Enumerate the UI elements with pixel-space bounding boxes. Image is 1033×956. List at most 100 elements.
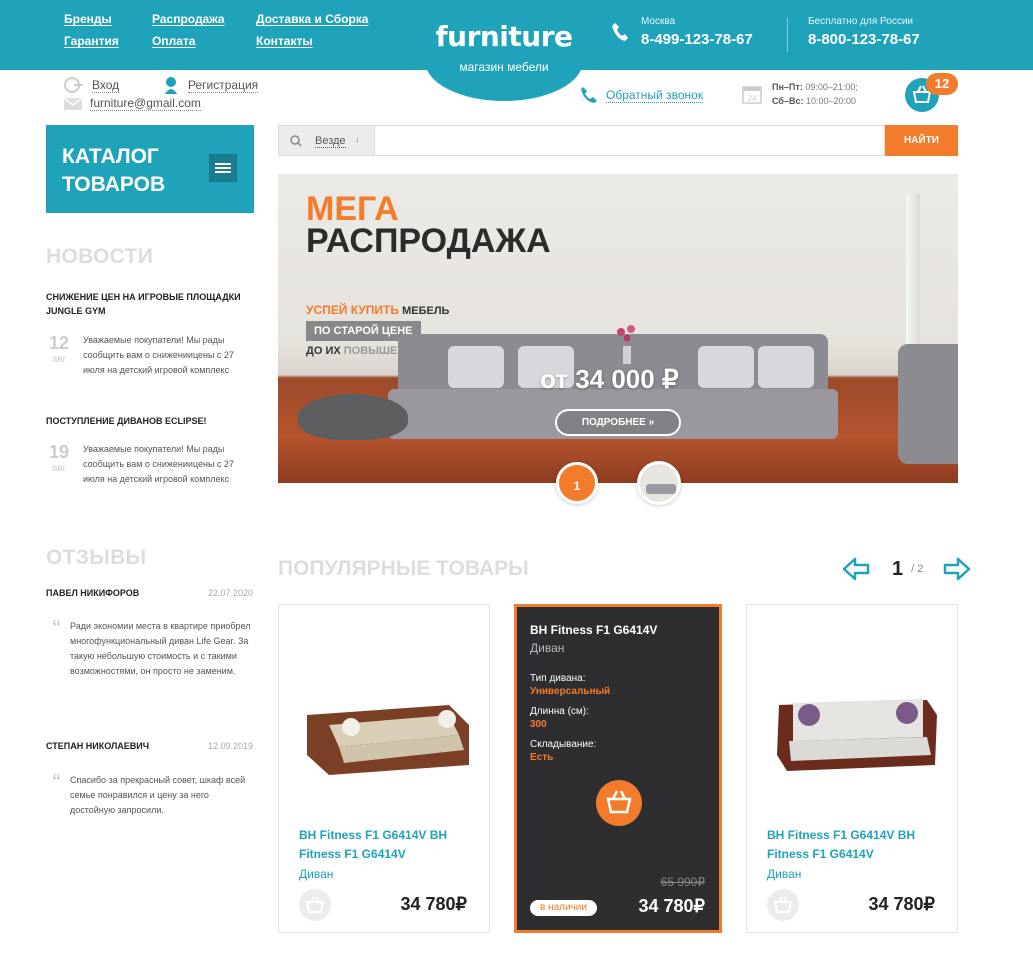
review-date: 12.09.2019 (208, 741, 254, 751)
product-image (777, 699, 937, 771)
hours-weekdays: 09:00–21:00; (805, 82, 858, 92)
phone-russia: Бесплатно для России 8-800-123-78-67 (808, 16, 920, 48)
quote-icon: “ (52, 617, 61, 637)
slide-thumbnail[interactable] (637, 461, 681, 505)
pager-total: / 2 (911, 563, 924, 575)
email-link[interactable]: furniture@gmail.com (64, 96, 201, 111)
nav-warranty[interactable]: Гарантия (64, 34, 152, 48)
news-item-title[interactable]: СНИЖЕНИЕ ЦЕН НА ИГРОВЫЕ ПЛОЩАДКИ JUNGLE … (46, 290, 256, 318)
divider (787, 18, 788, 52)
banner-sub-rest: МЕБЕЛЬ (399, 305, 450, 317)
nav-brands[interactable]: Бренды (64, 12, 152, 26)
mail-icon (64, 97, 82, 110)
more-button[interactable]: ПОДРОБНЕЕ » (555, 409, 681, 436)
review-text: Ради экономии места в квартире приобрел … (70, 621, 251, 676)
add-to-cart-button[interactable] (299, 889, 331, 921)
calendar-icon: 24 (742, 86, 762, 104)
nav-delivery[interactable]: Доставка и Сборка (256, 12, 396, 26)
product-card-active[interactable]: BH Fitness F1 G6414V Диван Тип дивана: У… (514, 604, 722, 933)
phone-moscow-number[interactable]: 8-499-123-78-67 (641, 31, 753, 48)
search-input[interactable] (375, 125, 885, 156)
work-hours: 24 Пн–Пт: 09:00–21:00; Сб–Вс: 10:00–20:0… (742, 80, 858, 108)
login-label: Вход (92, 77, 120, 93)
review-author: ПАВЕЛ НИКИФОРОВ (46, 588, 140, 598)
phone-russia-number[interactable]: 8-800-123-78-67 (808, 31, 920, 48)
popular-title: ПОПУЛЯРНЫЕ ТОВАРЫ (278, 557, 529, 580)
catalog-button[interactable]: КАТАЛОГ ТОВАРОВ (46, 125, 254, 213)
user-icon (165, 77, 177, 94)
phone-russia-city: Бесплатно для России (808, 16, 913, 27)
spec-type-label: Тип дивана: (530, 673, 586, 684)
top-nav: Бренды Распродажа Доставка и Сборка Гара… (64, 12, 396, 48)
phone-moscow-city: Москва (641, 16, 676, 27)
register-link[interactable]: Регистрация (162, 76, 259, 94)
news-item-title[interactable]: ПОСТУПЛЕНИЕ ДИВАНОВ ECLIPSE! (46, 414, 256, 428)
banner-price: от 34 000 ₽ (540, 364, 679, 394)
news-day: 19 (48, 442, 70, 462)
hours-weekend: 10:00–20:00 (805, 96, 857, 106)
login-icon (64, 77, 83, 93)
product-name[interactable]: BH Fitness F1 G6414V BH Fitness F1 G6414… (299, 826, 479, 864)
product-card[interactable]: BH Fitness F1 G6414V BH Fitness F1 G6414… (746, 604, 958, 933)
banner-title-2: РАСПРОДАЖА (306, 222, 551, 260)
slide-indicator-active[interactable]: 1 (556, 462, 598, 504)
callback-link[interactable]: Обратный звонок (580, 86, 704, 104)
hero-banner[interactable]: МЕГА РАСПРОДАЖА УСПЕЙ КУПИТЬ МЕБЕЛЬ ПО С… (278, 174, 958, 483)
news-item-text: Уважаемые покупатели! Мы рады сообщить в… (83, 444, 234, 484)
basket-icon (606, 790, 632, 814)
search-scope-label: Везде (315, 135, 346, 148)
more-button-label: ПОДРОБНЕЕ (581, 417, 646, 428)
product-specs: Тип дивана: Универсальный Длинна (см): 3… (530, 672, 610, 771)
menu-icon[interactable] (209, 154, 237, 182)
logo[interactable]: furniture магазин мебели (425, 0, 583, 101)
product-name[interactable]: BH Fitness F1 G6414V BH Fitness F1 G6414… (767, 826, 947, 864)
news-item-date: 12 авг (46, 333, 72, 365)
product-card[interactable]: BH Fitness F1 G6414V BH Fitness F1 G6414… (278, 604, 490, 933)
add-to-cart-button[interactable] (767, 889, 799, 921)
pouf-image (298, 394, 408, 440)
reviews-title: ОТЗЫВЫ (46, 546, 147, 569)
hours-weekdays-label: Пн–Пт: (772, 82, 803, 92)
callback-label: Обратный звонок (606, 87, 704, 103)
spec-length-value: 300 (530, 719, 547, 730)
email-label: furniture@gmail.com (90, 96, 201, 111)
arrow-left-icon[interactable] (842, 557, 870, 581)
pager: 1 / 2 (842, 557, 971, 581)
quote-icon: “ (52, 771, 61, 791)
spec-fold-value: Есть (530, 752, 554, 763)
product-category: Диван (530, 641, 565, 655)
nav-contacts[interactable]: Контакты (256, 34, 396, 48)
search-bar: Везде ↓ НАЙТИ (278, 125, 958, 156)
news-month: авг (51, 463, 67, 474)
news-item-text: Уважаемые покупатели! Мы рады сообщить в… (83, 335, 234, 375)
logo-text: furniture (435, 20, 573, 53)
product-old-price: 65 990₽ (660, 875, 705, 889)
search-icon (290, 135, 302, 147)
search-button[interactable]: НАЙТИ (885, 125, 958, 156)
add-to-cart-button[interactable] (596, 780, 642, 826)
review-text: Спасибо за прекрасный совет, шкаф всей с… (70, 775, 246, 815)
cart-count: 12 (926, 73, 958, 95)
nav-payment[interactable]: Оплата (152, 34, 256, 48)
news-month: авг (51, 354, 67, 365)
news-day: 12 (48, 333, 70, 353)
arrow-right-icon[interactable] (943, 557, 971, 581)
hours-weekend-label: Сб–Вс: (772, 96, 804, 106)
phone-callback-icon (581, 87, 597, 103)
review-author: СТЕПАН НИКОЛАЕВИЧ (46, 741, 150, 751)
spec-type-value: Универсальный (530, 686, 611, 697)
banner-sub3-a: ДО ИХ (306, 345, 344, 357)
login-link[interactable]: Вход (64, 77, 120, 93)
banner-sub-accent: УСПЕЙ КУПИТЬ (306, 303, 400, 317)
product-name[interactable]: BH Fitness F1 G6414V (530, 623, 657, 637)
armchair-image (898, 344, 958, 464)
search-scope-select[interactable]: Везде ↓ (278, 125, 375, 156)
phone-moscow: Москва 8-499-123-78-67 (641, 16, 753, 48)
product-price: 34 780₽ (638, 896, 705, 916)
catalog-title: КАТАЛОГ ТОВАРОВ (62, 145, 166, 196)
product-price: 34 780₽ (868, 894, 935, 914)
nav-sale[interactable]: Распродажа (152, 12, 256, 26)
phone-icon (612, 23, 628, 41)
chevron-down-icon: ↓ (355, 134, 360, 144)
spec-length-label: Длинна (см): (530, 706, 589, 717)
